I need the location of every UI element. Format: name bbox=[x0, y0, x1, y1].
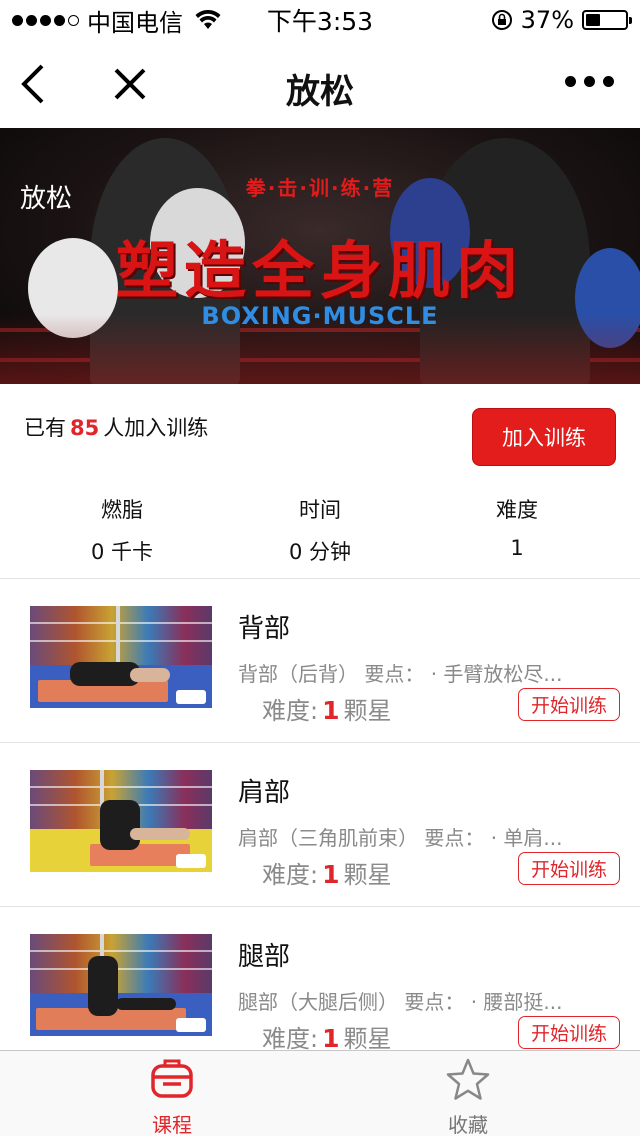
course-difficulty: 难度: 1 颗星 bbox=[262, 691, 392, 726]
start-training-button[interactable]: 开始训练 bbox=[518, 852, 620, 885]
difficulty-value: 1 bbox=[322, 1024, 340, 1053]
carrier-name: 中国电信 bbox=[87, 8, 183, 37]
signal-icon bbox=[12, 14, 79, 26]
join-row: 已有 85 人加入训练 加入训练 bbox=[0, 384, 640, 480]
course-description: 肩部（三角肌前束） 要点： · 单肩... bbox=[238, 826, 563, 850]
difficulty-unit: 颗星 bbox=[343, 1025, 392, 1053]
star-icon bbox=[446, 1058, 490, 1100]
difficulty-value: 1 bbox=[322, 860, 340, 889]
clock: 下午3:53 bbox=[266, 7, 374, 36]
difficulty-value: 1 bbox=[322, 696, 340, 725]
course-name: 腿部 bbox=[238, 942, 291, 972]
nav-bar: 放松 bbox=[0, 40, 640, 128]
course-description: 背部（后背） 要点： · 手臂放松尽... bbox=[238, 662, 563, 686]
list-item[interactable]: 背部 背部（后背） 要点： · 手臂放松尽... 难度: 1 颗星 开始训练 bbox=[0, 578, 640, 742]
course-difficulty: 难度: 1 颗星 bbox=[262, 855, 392, 890]
stat-difficulty: 难度 1 bbox=[457, 494, 577, 560]
page-title: 放松 bbox=[286, 72, 354, 112]
stat-time: 时间 0 分钟 bbox=[260, 494, 380, 566]
stat-value: 0 千卡 bbox=[90, 540, 154, 564]
count-suffix: 人加入训练 bbox=[103, 416, 209, 440]
status-bar: 中国电信 下午3:53 37% bbox=[0, 0, 640, 40]
list-item[interactable]: 肩部 肩部（三角肌前束） 要点： · 单肩... 难度: 1 颗星 开始训练 bbox=[0, 742, 640, 906]
stat-value: 1 bbox=[510, 536, 524, 560]
start-training-button[interactable]: 开始训练 bbox=[518, 688, 620, 721]
course-name: 背部 bbox=[238, 614, 291, 644]
course-thumbnail[interactable] bbox=[30, 606, 212, 708]
course-description: 腿部（大腿后侧） 要点： · 腰部挺... bbox=[238, 990, 563, 1014]
banner-camp-text: 拳·击·训·练·营 bbox=[245, 176, 395, 200]
stat-label: 时间 bbox=[299, 498, 341, 522]
stat-calories: 燃脂 0 千卡 bbox=[62, 494, 182, 566]
list-item[interactable]: 腿部 腿部（大腿后侧） 要点： · 腰部挺... 难度: 1 颗星 开始训练 bbox=[0, 906, 640, 1070]
orientation-lock-icon bbox=[491, 10, 512, 30]
tab-courses[interactable]: 课程 bbox=[112, 1057, 232, 1136]
join-training-button[interactable]: 加入训练 bbox=[472, 408, 616, 466]
tab-favorites[interactable]: 收藏 bbox=[408, 1057, 528, 1136]
tab-label: 收藏 bbox=[448, 1113, 488, 1136]
more-icon[interactable] bbox=[565, 76, 614, 87]
battery-icon bbox=[582, 10, 632, 30]
count-number: 85 bbox=[70, 416, 100, 440]
difficulty-label: 难度: bbox=[262, 861, 319, 889]
tab-bar: 课程 收藏 bbox=[0, 1050, 640, 1136]
course-thumbnail[interactable] bbox=[30, 770, 212, 872]
course-banner: 放松 拳·击·训·练·营 塑造全身肌肉 BOXING·MUSCLE bbox=[0, 128, 640, 384]
participant-count: 已有 85 人加入训练 bbox=[24, 412, 208, 442]
wifi-icon bbox=[195, 10, 221, 29]
stats-row: 燃脂 0 千卡 时间 0 分钟 难度 1 bbox=[0, 480, 640, 578]
course-thumbnail[interactable] bbox=[30, 934, 212, 1036]
difficulty-label: 难度: bbox=[262, 697, 319, 725]
tab-label: 课程 bbox=[152, 1113, 192, 1136]
course-name: 肩部 bbox=[238, 778, 291, 808]
battery-percent: 37% bbox=[520, 6, 574, 34]
start-training-button[interactable]: 开始训练 bbox=[518, 1016, 620, 1049]
count-prefix: 已有 bbox=[24, 416, 66, 440]
course-icon bbox=[151, 1059, 193, 1098]
difficulty-label: 难度: bbox=[262, 1025, 319, 1053]
banner-subline: BOXING·MUSCLE bbox=[201, 302, 439, 330]
banner-headline: 塑造全身肌肉 bbox=[115, 234, 524, 307]
stat-label: 难度 bbox=[496, 498, 538, 522]
difficulty-unit: 颗星 bbox=[343, 697, 392, 725]
stat-value: 0 分钟 bbox=[288, 540, 352, 564]
stat-label: 燃脂 bbox=[101, 498, 143, 522]
course-difficulty: 难度: 1 颗星 bbox=[262, 1019, 392, 1054]
difficulty-unit: 颗星 bbox=[343, 861, 392, 889]
